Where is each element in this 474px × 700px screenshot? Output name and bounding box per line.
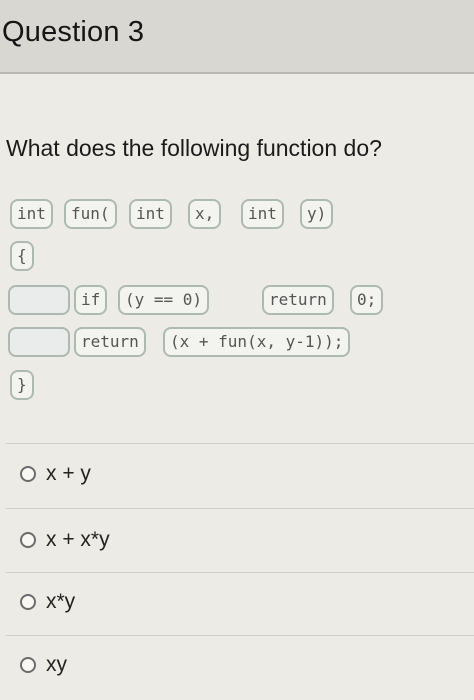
code-token: int [241, 199, 284, 229]
question-header: Question 3 [0, 0, 474, 74]
divider [6, 635, 474, 636]
answer-option[interactable]: x + x*y [20, 528, 110, 552]
code-token: (x + fun(x, y-1)); [163, 327, 351, 357]
divider [6, 443, 474, 444]
question-title: Question 3 [2, 16, 145, 48]
drop-slot[interactable] [8, 285, 70, 315]
drop-slot[interactable] [8, 327, 70, 357]
code-open-brace: { [10, 241, 34, 271]
code-token: return [262, 285, 334, 315]
answer-label: x*y [46, 590, 76, 613]
radio-button[interactable] [20, 532, 36, 548]
radio-button[interactable] [20, 594, 36, 610]
divider [6, 508, 474, 509]
radio-button[interactable] [20, 657, 36, 673]
code-close-brace: } [10, 370, 34, 400]
answer-option[interactable]: x*y [20, 590, 75, 614]
code-token: (y == 0) [118, 285, 210, 315]
code-token: x, [188, 199, 222, 229]
answer-label: x + x*y [46, 528, 110, 551]
code-token: y) [300, 199, 334, 229]
code-token: int [10, 199, 53, 229]
code-token: if [74, 285, 108, 315]
radio-button[interactable] [20, 466, 36, 482]
divider [6, 572, 474, 573]
answer-label: xy [46, 653, 67, 676]
answer-label: x + y [46, 462, 91, 485]
code-token: 0; [350, 285, 384, 315]
question-prompt: What does the following function do? [6, 135, 382, 161]
answer-option[interactable]: xy [20, 653, 67, 677]
code-token: return [74, 327, 146, 357]
answer-option[interactable]: x + y [20, 462, 91, 486]
code-token: int [129, 199, 172, 229]
code-token: fun( [64, 199, 117, 229]
